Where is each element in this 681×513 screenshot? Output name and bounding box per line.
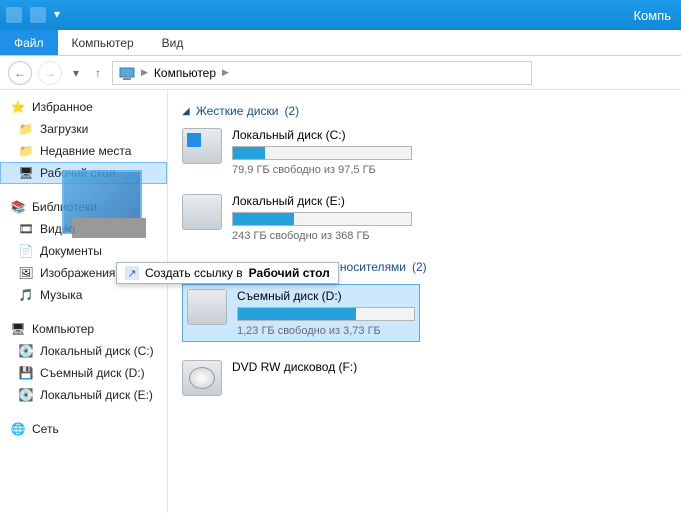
chevron-icon: ▶ (222, 67, 229, 78)
desktop-icon: 🖥 (18, 165, 34, 181)
dvd-drive-icon (182, 360, 222, 396)
back-button[interactable]: ← (8, 61, 32, 85)
sidebar-item-drive-d[interactable]: 💾 Съемный диск (D:) (0, 362, 167, 384)
file-tab[interactable]: Файл (0, 30, 58, 55)
drive-e[interactable]: Локальный диск (E:) 243 ГБ свободно из 3… (182, 194, 412, 242)
sidebar-item-documents[interactable]: 📄 Документы (0, 240, 167, 262)
address-bar[interactable]: ▶ Компьютер ▶ (112, 61, 532, 85)
ribbon-tabs: Файл Компьютер Вид (0, 30, 681, 56)
removable-drive-icon (187, 289, 227, 325)
drive-icon (182, 194, 222, 230)
history-dropdown[interactable]: ▾ (68, 63, 84, 83)
forward-button[interactable]: → (38, 61, 62, 85)
navigation-pane: ⭐ Избранное 📁 Загрузки 📁 Недавние места … (0, 90, 168, 513)
view-tab[interactable]: Вид (148, 31, 198, 55)
drive-name: DVD RW дисковод (F:) (232, 360, 412, 374)
usage-bar (237, 307, 415, 321)
sidebar-item-music[interactable]: 🎵 Музыка (0, 284, 167, 306)
document-icon: 📄 (18, 243, 34, 259)
quick-access-toolbar: ▾ (6, 7, 64, 23)
sidebar-item-downloads[interactable]: 📁 Загрузки (0, 118, 167, 140)
drag-ghost-icon (62, 170, 142, 234)
link-arrow-icon: ↗ (125, 266, 139, 280)
sidebar-computer[interactable]: 🖥 Компьютер (0, 318, 167, 340)
drive-name: Локальный диск (C:) (232, 128, 412, 142)
window-titlebar: ▾ Компь (0, 0, 681, 30)
content-pane: ◢ Жесткие диски (2) Локальный диск (C:) … (168, 90, 681, 513)
drive-status: 1,23 ГБ свободно из 3,73 ГБ (237, 325, 415, 337)
up-button[interactable]: ↑ (90, 63, 106, 83)
star-icon: ⭐ (10, 99, 26, 115)
section-hard-drives[interactable]: ◢ Жесткие диски (2) (182, 104, 667, 118)
drive-f[interactable]: DVD RW дисковод (F:) (182, 360, 412, 396)
drive-name: Съемный диск (D:) (237, 289, 415, 303)
sidebar-item-recent[interactable]: 📁 Недавние места (0, 140, 167, 162)
drive-c[interactable]: Локальный диск (C:) 79,9 ГБ свободно из … (182, 128, 412, 176)
chevron-down-icon: ◢ (182, 106, 190, 117)
qat-icon[interactable] (30, 7, 46, 23)
drag-tooltip: ↗ Создать ссылку в Рабочий стол (116, 262, 339, 284)
computer-icon: 🖥 (10, 321, 26, 337)
usage-bar (232, 146, 412, 160)
navigation-bar: ← → ▾ ↑ ▶ Компьютер ▶ (0, 56, 681, 90)
drive-status: 243 ГБ свободно из 368 ГБ (232, 230, 412, 242)
window-title: Компь (633, 8, 675, 23)
sidebar-favorites[interactable]: ⭐ Избранное (0, 96, 167, 118)
removable-icon: 💾 (18, 365, 34, 381)
computer-icon (119, 65, 135, 81)
network-icon: 🌐 (10, 421, 26, 437)
drive-icon: 💽 (18, 343, 34, 359)
chevron-icon: ▶ (141, 67, 148, 78)
folder-icon: 📁 (18, 121, 34, 137)
drive-icon: 💽 (18, 387, 34, 403)
sidebar-item-drive-c[interactable]: 💽 Локальный диск (C:) (0, 340, 167, 362)
sidebar-network[interactable]: 🌐 Сеть (0, 418, 167, 440)
recent-icon: 📁 (18, 143, 34, 159)
computer-tab[interactable]: Компьютер (58, 31, 148, 55)
qat-icon[interactable] (6, 7, 22, 23)
usage-bar (232, 212, 412, 226)
sidebar-item-drive-e[interactable]: 💽 Локальный диск (E:) (0, 384, 167, 406)
drive-icon (182, 128, 222, 164)
breadcrumb-location[interactable]: Компьютер (154, 66, 216, 80)
drive-status: 79,9 ГБ свободно из 97,5 ГБ (232, 164, 412, 176)
music-icon: 🎵 (18, 287, 34, 303)
video-icon: 🎞 (18, 221, 34, 237)
drive-name: Локальный диск (E:) (232, 194, 412, 208)
qat-dropdown[interactable]: ▾ (54, 7, 64, 23)
libraries-icon: 📚 (10, 199, 26, 215)
pictures-icon: 🖼 (18, 265, 34, 281)
drive-d[interactable]: Съемный диск (D:) 1,23 ГБ свободно из 3,… (182, 284, 420, 342)
